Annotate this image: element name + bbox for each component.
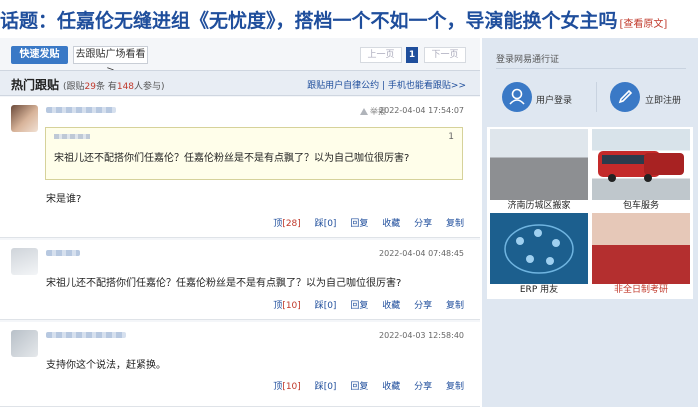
favorite-button[interactable]: 收藏 <box>382 382 400 392</box>
comment-time: 2022-04-03 12:58:40 <box>379 331 464 340</box>
copy-button[interactable]: 复制 <box>446 219 464 229</box>
pencil-icon[interactable] <box>610 82 640 112</box>
quoted-comment: 1 宋祖儿还不配搭你们任嘉伦？任嘉伦粉丝是不是有点飘了？以为自己咖位很厉害? <box>45 127 463 180</box>
meta-prefix: (跟贴 <box>63 82 85 92</box>
quoted-username-blurred <box>54 134 90 139</box>
meta-suffix: 人参与) <box>134 82 165 92</box>
ad-image <box>490 129 588 200</box>
topic-title-text: 话题：任嘉伦无缝进组《无忧度》，搭档一个不如一个，导演能换个女主吗 <box>0 10 618 32</box>
warning-icon <box>360 108 368 115</box>
comment-time: 2022-04-04 17:54:07 <box>379 106 464 115</box>
comment-actions: 顶[10] 踩[0] 回复 收藏 分享 复制 <box>262 298 464 311</box>
user-icon[interactable] <box>502 82 532 112</box>
ad-label: ERP 用友 <box>519 285 559 295</box>
downvote-button[interactable]: 踩[0] <box>315 382 337 392</box>
username-blurred[interactable] <box>46 250 80 256</box>
next-page-button[interactable]: 下一页 <box>424 47 466 63</box>
login-button[interactable]: 用户登录 <box>536 93 572 106</box>
prev-page-button[interactable]: 上一页 <box>360 47 402 63</box>
topic-bar: 话题：任嘉伦无缝进组《无忧度》，搭档一个不如一个，导演能换个女主吗 [查看原文] <box>0 0 698 38</box>
hot-comments-meta: (跟贴29条 有148人参与) <box>63 79 165 92</box>
ad-label: 包车服务 <box>622 201 659 211</box>
reply-button[interactable]: 回复 <box>350 219 368 229</box>
ad-erp[interactable]: ERP 用友 <box>490 213 588 297</box>
avatar[interactable] <box>11 248 38 275</box>
ad-grid: 济南历城区搬家 包车服务 ERP 用友 非全日制考研 <box>487 127 693 299</box>
upvote-button[interactable]: 顶[28] <box>273 219 301 229</box>
ad-label: 济南历城区搬家 <box>507 201 571 211</box>
login-panel: 登录网易通行证 用户登录 立即注册 <box>490 46 692 126</box>
upvote-count: [10] <box>282 382 301 392</box>
reply-button[interactable]: 回复 <box>350 382 368 392</box>
favorite-button[interactable]: 收藏 <box>382 301 400 311</box>
copy-button[interactable]: 复制 <box>446 301 464 311</box>
username-blurred[interactable] <box>46 107 116 113</box>
downvote-count: [0] <box>323 382 337 392</box>
people-count: 148 <box>116 82 135 92</box>
share-button[interactable]: 分享 <box>414 219 432 229</box>
comment-text: 宋是谁? <box>46 194 82 205</box>
hot-comments-header: 热门跟贴 (跟贴29条 有148人参与) 跟贴用户自律公约 | 手机也能看跟贴>… <box>0 70 480 96</box>
comment-post: 2022-04-03 12:58:40 支持你这个说法，赶紧换。 顶[10] 踩… <box>0 322 480 407</box>
quick-post-button[interactable]: 快速发贴 <box>11 46 68 64</box>
downvote-count: [0] <box>323 219 337 229</box>
comment-text: 支持你这个说法，赶紧换。 <box>46 360 166 371</box>
upvote-count: [10] <box>282 301 301 311</box>
share-button[interactable]: 分享 <box>414 301 432 311</box>
share-button[interactable]: 分享 <box>414 382 432 392</box>
ad-study[interactable]: 非全日制考研 <box>592 213 690 297</box>
comment-text: 宋祖儿还不配搭你们任嘉伦？任嘉伦粉丝是不是有点飘了？以为自己咖位很厉害? <box>46 278 402 289</box>
register-button[interactable]: 立即注册 <box>645 93 681 106</box>
upvote-button[interactable]: 顶[10] <box>273 301 301 311</box>
avatar[interactable] <box>11 105 38 132</box>
divider <box>496 68 686 69</box>
comment-actions: 顶[10] 踩[0] 回复 收藏 分享 复制 <box>262 379 464 392</box>
downvote-button[interactable]: 踩[0] <box>315 219 337 229</box>
topic-title: 话题：任嘉伦无缝进组《无忧度》，搭档一个不如一个，导演能换个女主吗 [查看原文] <box>0 6 667 33</box>
meta-mid: 条 有 <box>95 82 117 92</box>
quote-text: 宋祖儿还不配搭你们任嘉伦？任嘉伦粉丝是不是有点飘了？以为自己咖位很厉害? <box>54 153 410 164</box>
ad-image <box>490 213 588 284</box>
comment-post: 2022-04-04 07:48:45 宋祖儿还不配搭你们任嘉伦？任嘉伦粉丝是不… <box>0 240 480 320</box>
hot-comments-links[interactable]: 跟贴用户自律公约 | 手机也能看跟贴>> <box>307 78 466 91</box>
ad-bus[interactable]: 包车服务 <box>592 129 690 213</box>
comments-toolbar: 快速发贴 去跟贴广场看看 > 上一页 1 下一页 <box>0 38 480 76</box>
comment-actions: 顶[28] 踩[0] 回复 收藏 分享 复制 <box>262 216 464 229</box>
ad-image <box>592 213 690 284</box>
upvote-button[interactable]: 顶[10] <box>273 382 301 392</box>
ad-image <box>592 129 690 200</box>
downvote-count: [0] <box>323 301 337 311</box>
comments-column: 快速发贴 去跟贴广场看看 > 上一页 1 下一页 热门跟贴 (跟贴29条 有14… <box>0 38 480 407</box>
comment-time: 2022-04-04 07:48:45 <box>379 249 464 258</box>
view-original-link[interactable]: [查看原文] <box>620 19 668 30</box>
upvote-count: [28] <box>282 219 301 229</box>
divider <box>596 82 597 112</box>
comment-square-button[interactable]: 去跟贴广场看看 > <box>73 46 148 76</box>
quote-floor-number: 1 <box>448 132 454 142</box>
avatar[interactable] <box>11 330 38 357</box>
username-blurred[interactable] <box>46 332 126 338</box>
reply-button[interactable]: 回复 <box>350 301 368 311</box>
login-panel-title: 登录网易通行证 <box>496 55 560 65</box>
copy-button[interactable]: 复制 <box>446 382 464 392</box>
ad-moving[interactable]: 济南历城区搬家 <box>490 129 588 213</box>
page-number-current[interactable]: 1 <box>406 47 418 63</box>
downvote-button[interactable]: 踩[0] <box>315 301 337 311</box>
hot-comments-title: 热门跟贴 <box>11 78 60 92</box>
post-count: 29 <box>84 82 96 92</box>
favorite-button[interactable]: 收藏 <box>382 219 400 229</box>
ad-label: 非全日制考研 <box>613 285 668 295</box>
sidebar: 登录网易通行证 用户登录 立即注册 济南历城区搬家 包车服务 ERP 用友 非全… <box>482 38 698 407</box>
comment-post: 举报 2022-04-04 17:54:07 1 宋祖儿还不配搭你们任嘉伦？任嘉… <box>0 97 480 238</box>
